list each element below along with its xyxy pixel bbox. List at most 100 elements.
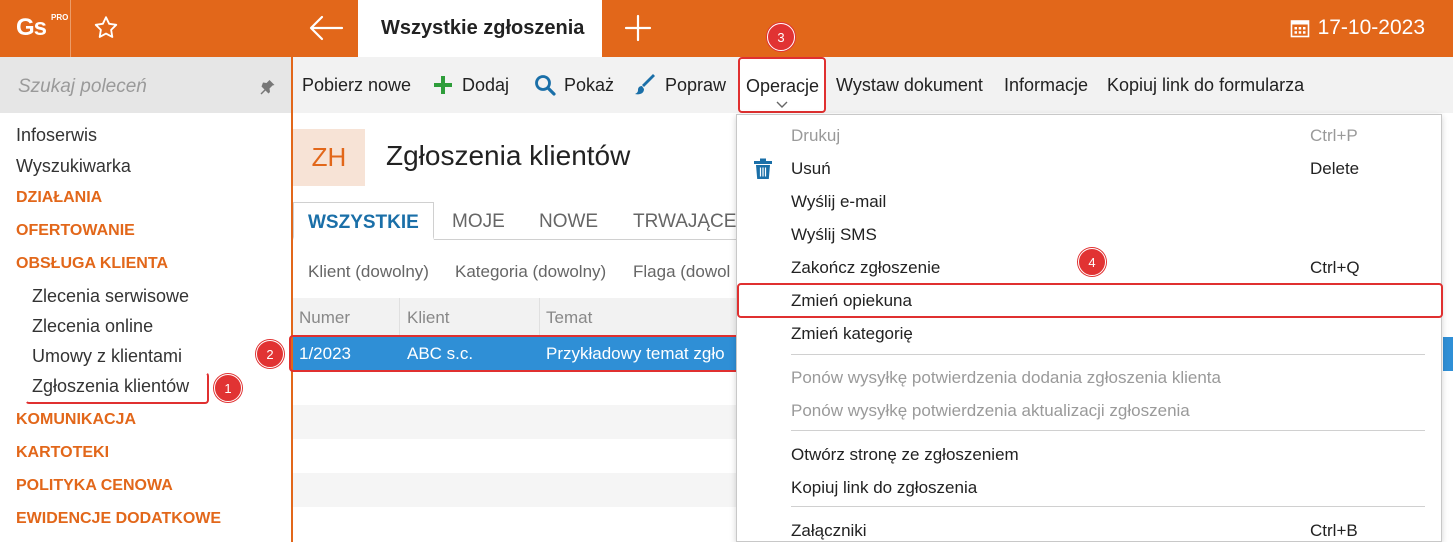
menu-item-zmien-kategorie[interactable]: Zmień kategorię bbox=[737, 317, 1443, 350]
sidebar-section-kartoteki[interactable]: KARTOTEKI bbox=[16, 444, 109, 462]
menu-separator bbox=[791, 430, 1425, 431]
menu-separator bbox=[791, 506, 1425, 507]
brush-icon bbox=[635, 74, 655, 95]
menu-item-ponow-potwierdzenie-dodania[interactable]: Ponów wysyłkę potwierdzenia dodania zgło… bbox=[737, 361, 1443, 394]
sidebar-section-dzialania[interactable]: DZIAŁANIA bbox=[16, 189, 102, 207]
operations-menu: Drukuj Ctrl+P Usuń Delete Wyślij e-mail … bbox=[736, 114, 1442, 542]
issue-document-button[interactable]: Wystaw dokument bbox=[836, 57, 983, 113]
annotation-badge-1: 1 bbox=[214, 374, 242, 402]
filter-category[interactable]: Kategoria (dowolny) bbox=[455, 262, 606, 282]
menu-item-otworz-strone[interactable]: Otwórz stronę ze zgłoszeniem bbox=[737, 438, 1443, 471]
menu-item-shortcut: Ctrl+Q bbox=[1310, 258, 1360, 277]
menu-item-usun[interactable]: Usuń Delete bbox=[737, 152, 1443, 185]
tab-trwajace[interactable]: TRWAJĄCE bbox=[633, 202, 736, 240]
logo-text: Gs bbox=[16, 14, 47, 41]
information-button[interactable]: Informacje bbox=[1004, 57, 1088, 113]
current-date: 17-10-2023 bbox=[1317, 16, 1425, 39]
menu-item-zalaczniki[interactable]: Załączniki Ctrl+B bbox=[737, 514, 1443, 542]
show-label: Pokaż bbox=[564, 74, 615, 95]
date-display[interactable]: 17-10-2023 bbox=[1290, 13, 1425, 43]
operations-button[interactable]: Operacje bbox=[738, 57, 826, 113]
logo-badge: PRO bbox=[51, 13, 69, 22]
tab-nowe[interactable]: NOWE bbox=[539, 202, 598, 240]
menu-item-shortcut: Delete bbox=[1310, 159, 1360, 178]
sidebar-section-polityka-cenowa[interactable]: POLITYKA CENOWA bbox=[16, 477, 173, 495]
filter-tabs: WSZYSTKIE MOJE NOWE TRWAJĄCE bbox=[293, 202, 753, 240]
menu-item-label: Drukuj bbox=[791, 126, 841, 145]
menu-item-label: Kopiuj link do zgłoszenia bbox=[791, 478, 978, 497]
fetch-new-button[interactable]: Pobierz nowe bbox=[302, 57, 411, 113]
column-numer[interactable]: Numer bbox=[299, 298, 350, 336]
menu-item-wyslij-sms[interactable]: Wyślij SMS bbox=[737, 218, 1443, 251]
menu-separator bbox=[791, 354, 1425, 355]
trash-icon bbox=[754, 158, 772, 179]
menu-item-shortcut: Ctrl+B bbox=[1310, 521, 1358, 540]
filter-client[interactable]: Klient (dowolny) bbox=[308, 262, 429, 282]
fetch-new-label: Pobierz nowe bbox=[302, 74, 412, 95]
edit-label: Popraw bbox=[665, 74, 727, 95]
annotation-badge-4: 4 bbox=[1078, 248, 1106, 276]
menu-item-label: Wyślij e-mail bbox=[791, 192, 887, 211]
sidebar-item-wyszukiwarka[interactable]: Wyszukiwarka bbox=[16, 156, 131, 177]
edit-button[interactable]: Popraw bbox=[635, 57, 726, 113]
sidebar-item-zlecenia-serwisowe[interactable]: Zlecenia serwisowe bbox=[32, 286, 189, 307]
column-separator bbox=[399, 298, 400, 336]
copy-form-link-label: Kopiuj link do formularza bbox=[1107, 74, 1305, 95]
tab-wszystkie-zgloszenia[interactable]: Wszystkie zgłoszenia bbox=[358, 0, 602, 57]
menu-item-label: Zmień kategorię bbox=[791, 324, 913, 343]
tab-wszystkie[interactable]: WSZYSTKIE bbox=[293, 202, 434, 240]
calendar-icon bbox=[1290, 20, 1309, 38]
menu-item-kopiuj-link[interactable]: Kopiuj link do zgłoszenia bbox=[737, 471, 1443, 504]
top-bar: Gs PRO Wszystkie zgłoszenia 17-10-2023 bbox=[0, 0, 1453, 57]
logo-divider bbox=[70, 0, 71, 57]
annotation-badge-2: 2 bbox=[256, 340, 284, 368]
page-title: Zgłoszenia klientów bbox=[386, 140, 631, 171]
star-icon[interactable] bbox=[92, 14, 120, 42]
command-search-input[interactable]: Szukaj poleceń bbox=[0, 57, 291, 113]
main-toolbar: Pobierz nowe Dodaj Pokaż Popraw Wystaw d… bbox=[293, 57, 1453, 113]
add-button[interactable]: Dodaj bbox=[432, 57, 509, 113]
menu-item-shortcut: Ctrl+P bbox=[1310, 126, 1358, 145]
show-button[interactable]: Pokaż bbox=[534, 57, 614, 113]
highlight-menu-item bbox=[737, 283, 1443, 318]
column-klient[interactable]: Klient bbox=[407, 298, 450, 336]
tab-moje[interactable]: MOJE bbox=[452, 202, 505, 240]
sidebar-section-komunikacja[interactable]: KOMUNIKACJA bbox=[16, 411, 136, 429]
copy-form-link-button[interactable]: Kopiuj link do formularza bbox=[1107, 57, 1304, 113]
menu-item-label: Załączniki bbox=[791, 521, 867, 540]
menu-item-drukuj[interactable]: Drukuj Ctrl+P bbox=[737, 119, 1443, 152]
back-arrow-icon[interactable] bbox=[302, 10, 350, 46]
sidebar-section-ofertowanie[interactable]: OFERTOWANIE bbox=[16, 222, 135, 240]
menu-item-label: Wyślij SMS bbox=[791, 225, 877, 244]
app-logo[interactable]: Gs PRO bbox=[14, 10, 68, 46]
filter-flag[interactable]: Flaga (dowol bbox=[633, 262, 730, 282]
highlight-sidebar-item bbox=[25, 372, 209, 404]
pin-icon[interactable] bbox=[258, 78, 276, 96]
menu-item-wyslij-email[interactable]: Wyślij e-mail bbox=[737, 185, 1443, 218]
issue-document-label: Wystaw dokument bbox=[836, 74, 983, 95]
column-temat[interactable]: Temat bbox=[546, 298, 592, 336]
column-separator bbox=[539, 298, 540, 336]
module-badge: ZH bbox=[293, 129, 365, 186]
menu-item-label: Ponów wysyłkę potwierdzenia dodania zgło… bbox=[791, 368, 1221, 387]
annotation-badge-3: 3 bbox=[767, 23, 795, 51]
add-label: Dodaj bbox=[462, 74, 510, 95]
sidebar-item-umowy-z-klientami[interactable]: Umowy z klientami bbox=[32, 346, 182, 367]
empty-row bbox=[293, 473, 753, 507]
sidebar: Szukaj poleceń Infoserwis Wyszukiwarka D… bbox=[0, 57, 291, 542]
menu-item-label: Zakończ zgłoszenie bbox=[791, 258, 941, 277]
selected-row-edge bbox=[1443, 337, 1453, 371]
menu-item-label: Otwórz stronę ze zgłoszeniem bbox=[791, 445, 1019, 464]
sidebar-section-ewidencje-dodatkowe[interactable]: EWIDENCJE DODATKOWE bbox=[16, 510, 221, 528]
sidebar-item-zlecenia-online[interactable]: Zlecenia online bbox=[32, 316, 153, 337]
sidebar-item-infoserwis[interactable]: Infoserwis bbox=[16, 125, 97, 146]
operations-label: Operacje bbox=[746, 76, 820, 96]
plus-icon bbox=[434, 76, 452, 94]
new-tab-plus-icon[interactable] bbox=[622, 12, 654, 44]
search-icon bbox=[535, 75, 556, 96]
information-label: Informacje bbox=[1004, 74, 1089, 95]
menu-item-label: Ponów wysyłkę potwierdzenia aktualizacji… bbox=[791, 401, 1190, 420]
menu-item-ponow-potwierdzenie-aktualizacji[interactable]: Ponów wysyłkę potwierdzenia aktualizacji… bbox=[737, 394, 1443, 427]
sidebar-section-obsluga-klienta[interactable]: OBSŁUGA KLIENTA bbox=[16, 255, 168, 273]
chevron-down-icon bbox=[776, 101, 788, 108]
